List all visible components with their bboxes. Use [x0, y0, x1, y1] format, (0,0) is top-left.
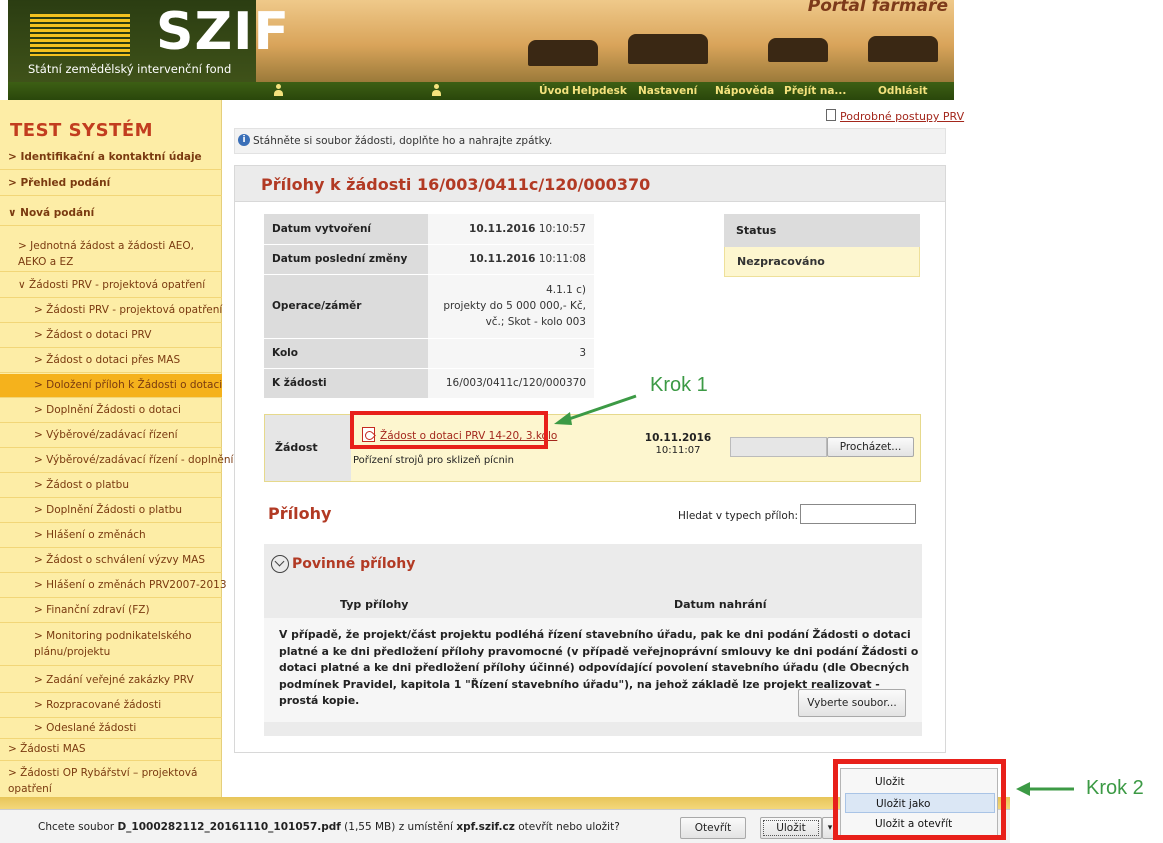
info-icon: i: [238, 134, 250, 146]
cow-silhouette: [528, 40, 598, 66]
status-label: Status: [724, 214, 920, 247]
table-row: Datum vytvoření 10.11.2016 10:10:57: [264, 214, 594, 245]
sidebar-item-nova-podani[interactable]: ∨ Nová podání: [0, 202, 222, 226]
logo-stripes-icon: [30, 14, 130, 56]
sidebar-item-dolozeni-priloh[interactable]: > Doložení příloh k Žádosti o dotaci: [0, 374, 222, 398]
attachments-title: Přílohy: [268, 504, 332, 523]
status-value: Nezpracováno: [724, 247, 920, 277]
help-link[interactable]: Podrobné postupy PRV: [840, 110, 964, 123]
top-nav: Úvod Helpdesk Nastavení Nápověda Přejít …: [8, 82, 954, 100]
sidebar-item-op-rybarstvi[interactable]: > Žádosti OP Rybářství – projektová opat…: [0, 763, 222, 799]
sidebar-item-zadosti-prv-group[interactable]: ∨ Žádosti PRV - projektová opatření: [0, 274, 222, 298]
request-file-description: Pořízení strojů pro sklizeň pícnin: [353, 455, 514, 466]
operation-label: Operace/záměr: [264, 274, 428, 339]
upload-file-input[interactable]: [730, 437, 827, 457]
request-file-date: 10.11.2016: [644, 432, 712, 444]
sidebar-item-verejna-zakazka[interactable]: > Zadání veřejné zakázky PRV: [0, 669, 222, 693]
request-details-table: Datum vytvoření 10.11.2016 10:10:57 Datu…: [264, 214, 594, 399]
required-attachments-title[interactable]: Povinné přílohy: [292, 556, 415, 572]
table-row: Datum poslední změny 10.11.2016 10:11:08: [264, 244, 594, 275]
created-label: Datum vytvoření: [264, 214, 428, 245]
table-row: Operace/záměr 4.1.1 c) projekty do 5 000…: [264, 274, 594, 339]
sidebar-item-schvaleni-vyzvy-mas[interactable]: > Žádost o schválení výzvy MAS: [0, 549, 222, 573]
sidebar-item-identifikacni-udaje[interactable]: > Identifikační a kontaktní údaje: [0, 146, 222, 170]
sidebar-item-zadost-pres-mas[interactable]: > Žádost o dotaci přes MAS: [0, 349, 222, 373]
sidebar-item-doplneni-platby[interactable]: > Doplnění Žádosti o platbu: [0, 499, 222, 523]
column-header-type: Typ přílohy: [340, 598, 409, 611]
table-row: K žádosti 16/003/0411c/120/000370: [264, 368, 594, 399]
step1-label: Krok 1: [650, 374, 708, 396]
nav-nastaveni[interactable]: Nastavení: [638, 85, 697, 97]
modified-label: Datum poslední změny: [264, 244, 428, 275]
sidebar-item-label: > Žádosti OP Rybářství – projektová opat…: [8, 767, 198, 795]
request-file-time: 10:11:07: [655, 445, 701, 456]
sidebar-item-zadost-o-dotaci-prv[interactable]: > Žádost o dotaci PRV: [0, 324, 222, 348]
portal-title: Portál farmáře: [807, 0, 948, 16]
panel-header: Přílohy k žádosti 16/003/0411c/120/00037…: [235, 166, 945, 202]
nav-uvod[interactable]: Úvod: [539, 85, 569, 97]
sidebar-item-monitoring[interactable]: > Monitoring podnikatelského plánu/proje…: [0, 624, 222, 666]
sidebar-item-prehled-podani[interactable]: > Přehled podání: [0, 172, 222, 196]
round-label: Kolo: [264, 338, 428, 369]
created-value: 10.11.2016 10:10:57: [428, 214, 594, 245]
request-label: K žádosti: [264, 368, 428, 399]
site-header: SZIF Státní zemědělský intervenční fond …: [8, 0, 954, 100]
sidebar-item-vyberove-rizeni[interactable]: > Výběrové/zadávací řízení: [0, 424, 222, 448]
select-file-button[interactable]: Vyberte soubor...: [798, 689, 906, 717]
logo-text: SZIF: [156, 2, 291, 62]
status-box: Status Nezpracováno: [724, 214, 920, 277]
sidebar-item-zadost-o-platbu[interactable]: > Žádost o platbu: [0, 474, 222, 498]
request-file-label: Žádost: [265, 415, 351, 481]
download-prompt: Chcete soubor D_1000282112_20161110_1010…: [38, 821, 620, 833]
sidebar-item-label: > Monitoring podnikatelského plánu/proje…: [34, 630, 192, 658]
save-button[interactable]: Uložit: [760, 817, 822, 839]
sidebar-item-financni-zdravi[interactable]: > Finanční zdraví (FZ): [0, 599, 222, 623]
column-header-date: Datum nahrání: [674, 598, 767, 611]
info-message: Stáhněte si soubor žádosti, doplňte ho a…: [253, 135, 553, 147]
logo-subtitle: Státní zemědělský intervenční fond: [28, 62, 232, 76]
info-message-bar: i Stáhněte si soubor žádosti, doplňte ho…: [234, 128, 946, 154]
modified-value: 10.11.2016 10:11:08: [428, 244, 594, 275]
collapse-chevron-icon[interactable]: [271, 555, 289, 573]
user-icon[interactable]: [273, 84, 283, 97]
operation-value: 4.1.1 c) projekty do 5 000 000,- Kč, vč.…: [428, 274, 594, 339]
nav-prejit-na[interactable]: Přejít na...: [784, 85, 846, 97]
open-button[interactable]: Otevřít: [680, 817, 746, 839]
page-title: Přílohy k žádosti 16/003/0411c/120/00037…: [261, 175, 651, 194]
sidebar-item-jednotna-zadost[interactable]: > Jednotná žádost a žádosti AEO, AEKO a …: [0, 236, 222, 272]
search-label: Hledat v typech příloh:: [678, 510, 799, 522]
round-value: 3: [428, 338, 594, 369]
nav-napoveda[interactable]: Nápověda: [715, 85, 774, 97]
step2-label: Krok 2: [1086, 777, 1144, 799]
browse-button[interactable]: Procházet...: [827, 437, 914, 457]
user-icon[interactable]: [431, 84, 441, 97]
nav-odhlasit[interactable]: Odhlásit: [878, 85, 927, 97]
request-value: 16/003/0411c/120/000370: [428, 368, 594, 399]
sidebar-item-label: > Jednotná žádost a žádosti AEO, AEKO a …: [18, 240, 195, 268]
table-row: Kolo 3: [264, 338, 594, 369]
highlight-box-step1: [350, 411, 548, 449]
sidebar-item-zadosti-mas[interactable]: > Žádosti MAS: [0, 739, 222, 761]
cow-silhouette: [768, 38, 828, 62]
sidebar-item-odeslane[interactable]: > Odeslané žádosti: [0, 719, 222, 739]
nav-helpdesk[interactable]: Helpdesk: [572, 85, 627, 97]
document-icon: [826, 109, 836, 121]
sidebar-item-rozpracovane[interactable]: > Rozpracované žádosti: [0, 694, 222, 718]
sidebar-item-vyberove-rizeni-doplneni[interactable]: > Výběrové/zadávací řízení - doplnění: [0, 449, 233, 473]
cow-silhouette: [868, 36, 938, 62]
sidebar-item-doplneni-zadosti[interactable]: > Doplnění Žádosti o dotaci: [0, 399, 222, 423]
sidebar-item-hlaseni-prv2007[interactable]: > Hlášení o změnách PRV2007-2013: [0, 574, 227, 598]
system-title: TEST SYSTÉM: [10, 120, 154, 141]
sidebar-item-zadosti-prv[interactable]: > Žádosti PRV - projektová opatření: [0, 299, 222, 323]
highlight-box-step2: [833, 759, 1006, 840]
search-input[interactable]: [800, 504, 916, 524]
sidebar-item-hlaseni-o-zmenach[interactable]: > Hlášení o změnách: [0, 524, 222, 548]
cow-silhouette: [628, 34, 708, 64]
